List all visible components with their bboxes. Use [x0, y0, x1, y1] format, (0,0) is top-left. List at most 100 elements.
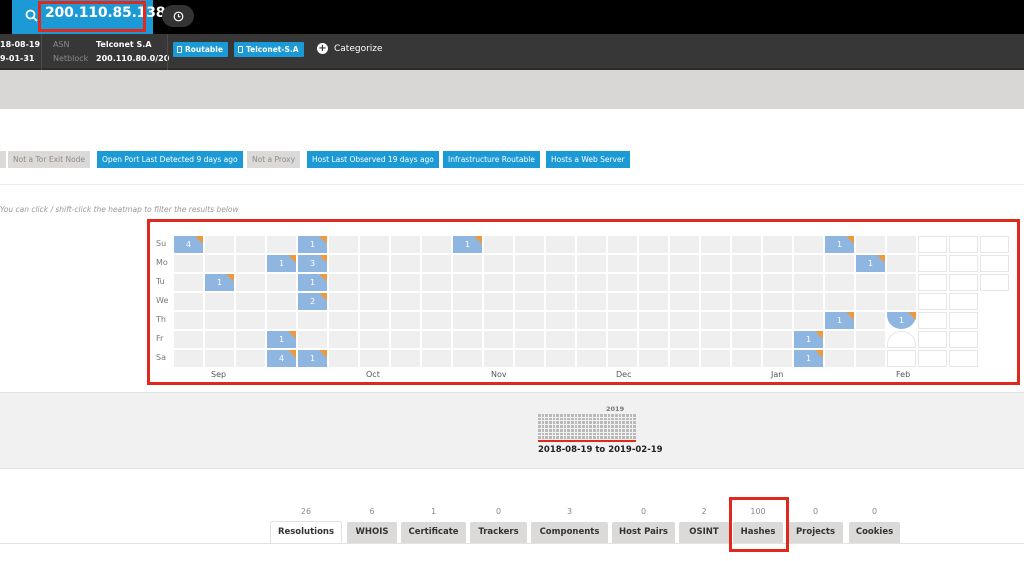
mini-heatmap-cell [563, 421, 567, 425]
mini-heatmap-cell [600, 421, 603, 425]
mini-heatmap-cell [578, 417, 581, 421]
mini-heatmap-cell [578, 414, 581, 417]
mini-heatmap-cell [567, 414, 570, 417]
mini-heatmap-cell [574, 436, 578, 439]
mini-heatmap-cell [633, 421, 636, 425]
clock-icon [173, 11, 183, 21]
tab-cookies[interactable]: Cookies [849, 522, 900, 543]
mini-heatmap-cell [596, 432, 600, 436]
tab-resolutions[interactable]: Resolutions [270, 521, 342, 544]
tab-projects[interactable]: Projects [788, 522, 843, 543]
mini-heatmap-cell [563, 432, 567, 436]
mini-heatmap-cell [552, 414, 556, 417]
mini-heatmap-cell [622, 414, 625, 417]
mini-heatmap-cell [604, 436, 607, 439]
tab-osint[interactable]: OSINT [679, 522, 729, 543]
divider [0, 184, 1024, 185]
mini-heatmap-cell [633, 436, 636, 439]
mini-heatmap-cell [622, 421, 625, 425]
mini-heatmap-cell [604, 428, 607, 432]
history-button[interactable] [162, 5, 194, 27]
mini-heatmap-cell [615, 425, 618, 428]
mini-heatmap[interactable] [538, 414, 636, 439]
mini-heatmap-cell [589, 436, 592, 439]
badge-tor[interactable]: Not a Tor Exit Node [8, 151, 91, 168]
mini-heatmap-cell [633, 432, 636, 436]
asn-label: ASN [53, 40, 70, 49]
mini-heatmap-cell [541, 414, 545, 417]
mini-heatmap-cell [541, 428, 545, 432]
mini-heatmap-cell [600, 417, 603, 421]
mini-heatmap-cell [622, 432, 625, 436]
mini-heatmap-cell [596, 421, 600, 425]
mini-heatmap-cell [626, 425, 629, 428]
mini-heatmap-cell [607, 414, 611, 417]
mini-heatmap-cell [593, 428, 596, 432]
mini-heatmap-cell [545, 432, 548, 436]
mini-heatmap-cell [615, 436, 618, 439]
tab-count: 1 [430, 507, 437, 516]
mini-heatmap-cell [629, 421, 633, 425]
tag-routable[interactable]: Routable [173, 42, 228, 57]
mini-heatmap-cell [604, 425, 607, 428]
mini-heatmap-cell [604, 414, 607, 417]
mini-heatmap-cell [538, 421, 541, 425]
mini-heatmap-cell [600, 414, 603, 417]
mini-heatmap-cell [589, 432, 592, 436]
timeline-year: 2019 [606, 405, 625, 413]
mini-heatmap-cell [571, 421, 574, 425]
tab-trackers[interactable]: Trackers [470, 522, 527, 543]
mini-heatmap-cell [578, 421, 581, 425]
mini-heatmap-cell [585, 417, 589, 421]
categorize-button[interactable]: + Categorize [317, 43, 383, 54]
badge-proxy[interactable]: Not a Proxy [247, 151, 301, 168]
mini-heatmap-cell [615, 421, 618, 425]
mini-heatmap-cell [541, 436, 545, 439]
mini-heatmap-cell [607, 425, 611, 428]
badge-host-observed[interactable]: Host Last Observed 19 days ago [307, 151, 439, 168]
mini-heatmap-cell [615, 432, 618, 436]
mini-heatmap-cell [585, 432, 589, 436]
mini-heatmap-cell [618, 414, 622, 417]
mini-heatmap-cell [600, 425, 603, 428]
tab-components[interactable]: Components [531, 522, 608, 543]
mini-heatmap-cell [615, 414, 618, 417]
netblock-label: Netblock [53, 54, 89, 63]
mini-heatmap-cell [574, 425, 578, 428]
mini-heatmap-cell [556, 414, 559, 417]
mini-heatmap-cell [618, 428, 622, 432]
mini-heatmap-cell [618, 425, 622, 428]
tab-count: 6 [369, 507, 375, 516]
mini-heatmap-cell [622, 425, 625, 428]
mini-heatmap-cell [578, 428, 581, 432]
netblock-value[interactable]: 200.110.80.0/20 [96, 52, 169, 66]
mini-heatmap-cell [629, 414, 633, 417]
badge-open-port[interactable]: Open Port Last Detected 9 days ago [97, 151, 243, 168]
mini-heatmap-cell [585, 421, 589, 425]
mini-heatmap-cell [567, 428, 570, 432]
tag-telconet[interactable]: Telconet-S.A [234, 42, 304, 57]
mini-heatmap-cell [549, 421, 552, 425]
mini-heatmap-cell [596, 436, 600, 439]
tab-host-pairs[interactable]: Host Pairs [612, 522, 675, 543]
mini-heatmap-cell [626, 428, 629, 432]
badge-infrastructure[interactable]: Infrastructure Routable [443, 151, 540, 168]
timeline-range-bar[interactable] [538, 440, 636, 442]
last-seen-value: 9-01-31 [0, 54, 35, 63]
badge-web-server[interactable]: Hosts a Web Server [546, 151, 630, 168]
asn-value[interactable]: Telconet S.A [96, 38, 152, 52]
mini-heatmap-cell [571, 414, 574, 417]
tab-certificate[interactable]: Certificate [401, 522, 466, 543]
tab-whois[interactable]: WHOIS [347, 522, 397, 543]
mini-heatmap-cell [578, 432, 581, 436]
tab-count: 0 [871, 507, 878, 516]
mini-heatmap-cell [593, 421, 596, 425]
mini-heatmap-cell [545, 428, 548, 432]
mini-heatmap-cell [596, 414, 600, 417]
mini-heatmap-cell [629, 417, 633, 421]
mini-heatmap-cell [567, 432, 570, 436]
mini-heatmap-cell [574, 421, 578, 425]
info-bar: 18-08-19 9-01-31 ASN Netblock Telconet S… [0, 34, 1024, 70]
mini-heatmap-cell [618, 432, 622, 436]
divider [41, 34, 42, 70]
